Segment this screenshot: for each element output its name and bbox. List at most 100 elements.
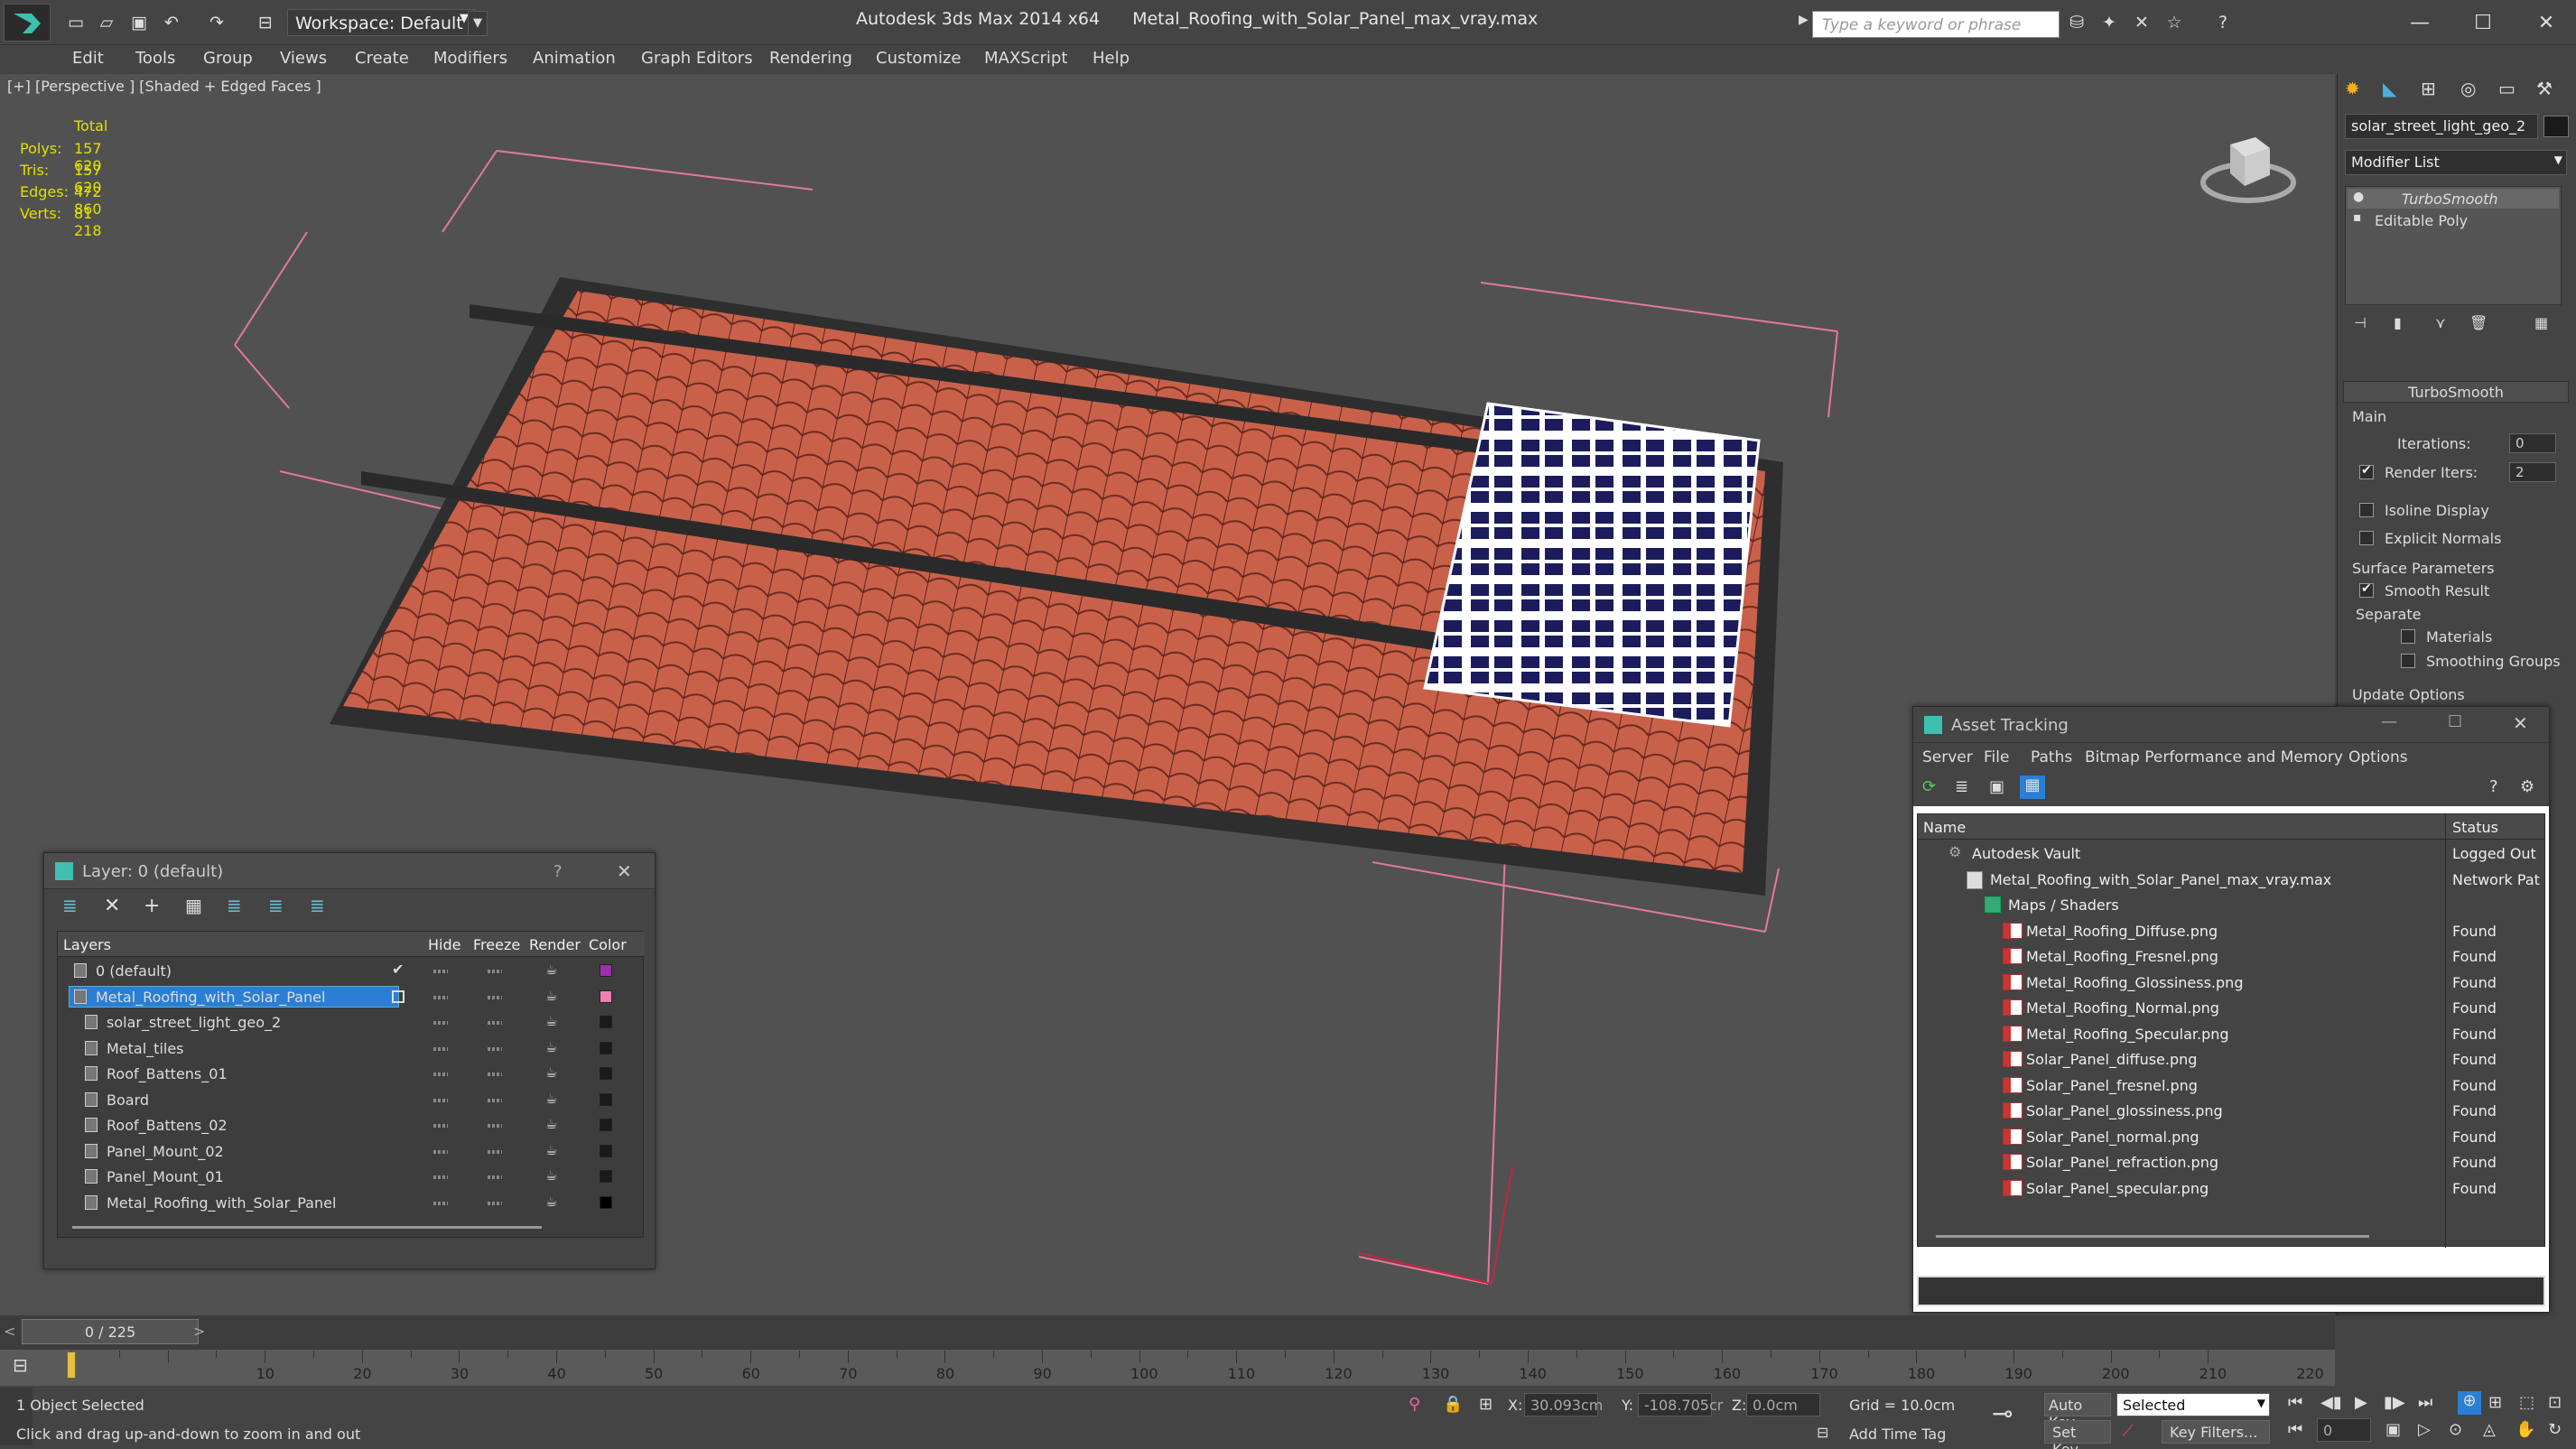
hierarchy-tab-icon[interactable]: ⊞ <box>2421 78 2436 99</box>
asset-row[interactable]: Metal_Roofing_with_Solar_Panel_max_vray.… <box>1918 868 2544 893</box>
isolate-selection-icon[interactable]: ⚲ <box>1409 1395 1420 1414</box>
smooth-result-checkbox[interactable] <box>2359 581 2374 598</box>
render-teapot-icon[interactable]: ☕ <box>545 1091 557 1107</box>
asset-row[interactable]: Metal_Roofing_Fresnel.png Found <box>1918 944 2544 970</box>
layer-color-swatch[interactable] <box>600 1016 612 1028</box>
layer-name[interactable]: Metal_Roofing_with_Solar_Panel <box>96 989 325 1006</box>
layer-name[interactable]: Roof_Battens_02 <box>107 1117 228 1134</box>
pan-icon[interactable]: ▷ <box>2418 1420 2431 1439</box>
object-name-field[interactable]: solar_street_light_geo_2 <box>2345 114 2538 139</box>
time-config-icon[interactable]: ▣ <box>2385 1420 2401 1439</box>
menu-edit[interactable]: Edit <box>72 49 104 68</box>
layer-row[interactable]: solar_street_light_geo_2 ☕ <box>58 1010 645 1036</box>
asset-name[interactable]: Solar_Panel_fresnel.png <box>2026 1077 2198 1094</box>
time-tag-icon[interactable]: ⊟ <box>1817 1424 1828 1441</box>
hide-toggle[interactable] <box>433 1149 448 1154</box>
asset-menu-file[interactable]: File <box>1984 748 2009 766</box>
layer-name[interactable]: Panel_Mount_02 <box>107 1143 224 1160</box>
next-frame-icon[interactable]: ▮▶ <box>2384 1393 2405 1412</box>
asset-settings-icon[interactable]: ⚙ <box>2520 777 2534 796</box>
menu-views[interactable]: Views <box>280 49 327 68</box>
go-to-start-small-icon[interactable]: ⏮ <box>2288 1420 2302 1439</box>
layer-manager-window[interactable]: Layer: 0 (default) ? ✕ ≣ ✕ + ▦ ≣ ≣ ≣ Lay… <box>43 852 656 1269</box>
render-teapot-icon[interactable]: ☕ <box>545 1039 557 1055</box>
col-hide[interactable]: Hide <box>428 936 460 953</box>
render-iters-checkbox[interactable] <box>2359 463 2374 479</box>
asset-name[interactable]: Solar_Panel_refraction.png <box>2026 1154 2218 1171</box>
menu-rendering[interactable]: Rendering <box>769 49 852 68</box>
layer-row[interactable]: Board ☕ <box>58 1088 645 1113</box>
new-file-icon[interactable]: ▭ <box>63 11 88 34</box>
layer-row[interactable]: Metal_Roofing_with_Solar_Panel ☕ <box>58 985 645 1010</box>
asset-row[interactable]: Metal_Roofing_Normal.png Found <box>1918 996 2544 1021</box>
menu-maxscript[interactable]: MAXScript <box>984 49 1067 68</box>
layer-row[interactable]: Roof_Battens_01 ☕ <box>58 1062 645 1087</box>
delete-layer-icon[interactable]: ✕ <box>104 895 120 917</box>
layer-close-icon[interactable]: ✕ <box>617 860 632 882</box>
layer-name[interactable]: Roof_Battens_01 <box>107 1065 228 1082</box>
timeline-ruler[interactable] <box>0 1350 2335 1386</box>
iterations-spinner[interactable]: 0 <box>2509 433 2556 453</box>
layer-color-swatch[interactable] <box>600 1119 612 1131</box>
layer-name[interactable]: Panel_Mount_01 <box>107 1168 224 1185</box>
freeze-toggle[interactable] <box>488 995 502 999</box>
col-status[interactable]: Status <box>2452 819 2498 836</box>
add-time-tag[interactable]: Add Time Tag <box>1849 1426 1946 1443</box>
key-filters-button[interactable]: Key Filters... <box>2162 1420 2270 1444</box>
show-end-result-icon[interactable]: ▮ <box>2394 314 2402 331</box>
layer-name[interactable]: Metal_tiles <box>107 1040 184 1057</box>
zoom-region-icon[interactable]: ⊡ <box>2548 1393 2562 1412</box>
col-render[interactable]: Render <box>529 936 581 953</box>
asset-menu-bitmap[interactable]: Bitmap Performance and Memory <box>2085 748 2343 766</box>
freeze-toggle[interactable] <box>488 1124 502 1128</box>
menu-graph-editors[interactable]: Graph Editors <box>641 49 753 68</box>
rollout-header-turbosmooth[interactable]: TurboSmooth <box>2343 381 2569 403</box>
menu-create[interactable]: Create <box>355 49 409 68</box>
asset-name[interactable]: Autodesk Vault <box>1972 845 2080 862</box>
layer-name[interactable]: Board <box>107 1091 149 1109</box>
go-to-end-icon[interactable]: ⏭ <box>2418 1393 2432 1412</box>
new-layer-icon[interactable]: ≣ <box>62 895 78 916</box>
asset-row[interactable]: Solar_Panel_fresnel.png Found <box>1918 1073 2544 1099</box>
render-teapot-icon[interactable]: ☕ <box>545 1013 557 1029</box>
freeze-toggle[interactable] <box>488 1073 502 1076</box>
add-to-layer-icon[interactable]: + <box>144 895 160 917</box>
modify-tab-icon[interactable]: ◣ <box>2383 78 2396 99</box>
menu-modifiers[interactable]: Modifiers <box>433 49 507 68</box>
render-teapot-icon[interactable]: ☕ <box>545 961 557 978</box>
freeze-toggle[interactable] <box>488 1149 502 1154</box>
col-color[interactable]: Color <box>589 936 627 953</box>
hide-toggle[interactable] <box>433 1021 448 1025</box>
utilities-tab-icon[interactable]: ⚒ <box>2536 78 2553 99</box>
asset-name[interactable]: Metal_Roofing_with_Solar_Panel_max_vray.… <box>1990 871 2331 888</box>
render-teapot-icon[interactable]: ☕ <box>545 1064 557 1081</box>
workspace-dropdown[interactable]: Workspace: Default ▼ <box>287 9 475 36</box>
maximize-button[interactable]: ☐ <box>2456 7 2510 40</box>
go-to-start-icon[interactable]: ⏮ <box>2288 1393 2302 1412</box>
asset-tracking-window[interactable]: Asset Tracking — ☐ ✕ Server File Paths B… <box>1912 706 2550 1313</box>
explicit-normals-checkbox[interactable] <box>2359 531 2374 545</box>
lightbulb-icon[interactable]: ● <box>2353 190 2364 204</box>
layer-window-titlebar[interactable]: Layer: 0 (default) ? ✕ <box>44 853 655 889</box>
current-frame-field[interactable]: 0 <box>2317 1418 2371 1442</box>
configure-modifier-sets-icon[interactable]: ▦ <box>2534 314 2548 331</box>
list-view-icon[interactable]: ≣ <box>1955 777 1968 796</box>
asset-row[interactable]: Metal_Roofing_Glossiness.png Found <box>1918 971 2544 996</box>
layer-color-swatch[interactable] <box>600 964 612 977</box>
layer-name[interactable]: 0 (default) <box>96 962 172 980</box>
layer-color-swatch[interactable] <box>600 1144 612 1157</box>
asset-row[interactable]: Solar_Panel_glossiness.png Found <box>1918 1099 2544 1124</box>
key-tangent-icon[interactable]: ⟋ <box>2122 1422 2134 1441</box>
asset-name[interactable]: Solar_Panel_diffuse.png <box>2026 1051 2197 1068</box>
viewcube[interactable] <box>2199 117 2297 208</box>
asset-close-icon[interactable]: ✕ <box>2513 712 2528 734</box>
field-of-view-icon[interactable]: ◬ <box>2483 1420 2496 1439</box>
auto-key-button[interactable]: Auto Key <box>2044 1393 2111 1431</box>
asset-maximize-icon[interactable]: ☐ <box>2448 712 2462 731</box>
x-coordinate-field[interactable]: 30.093cm <box>1524 1393 1603 1416</box>
hide-toggle[interactable] <box>433 1073 448 1076</box>
object-color-swatch[interactable] <box>2543 116 2569 137</box>
current-layer-check-icon[interactable]: ✔ <box>392 961 404 978</box>
hide-toggle[interactable] <box>433 1201 448 1205</box>
layer-color-swatch[interactable] <box>600 989 612 1003</box>
